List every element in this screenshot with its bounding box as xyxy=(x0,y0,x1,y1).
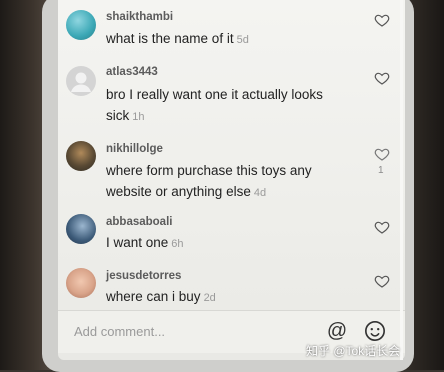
comment-age: 2d xyxy=(203,292,216,304)
comment-body: where can i buy xyxy=(106,289,201,304)
add-comment-input[interactable]: Add comment... xyxy=(74,324,165,339)
comment-username[interactable]: nikhillolge xyxy=(106,143,163,155)
comment-username[interactable]: atlas3443 xyxy=(106,66,158,78)
avatar[interactable] xyxy=(66,214,96,244)
comment-body: what is the name of it xyxy=(106,31,234,46)
comment-body: I want one xyxy=(106,235,169,250)
watermark-text-tail: ok话长会 xyxy=(351,344,401,358)
watermark-text: 知乎 @T xyxy=(306,344,352,358)
comment-age: 5d xyxy=(236,34,249,46)
heart-icon[interactable] xyxy=(374,219,390,235)
watermark: 知乎 @Tok话长会 xyxy=(306,342,400,359)
comment-text: bro I really want one it actually looks … xyxy=(106,84,346,128)
at-icon[interactable]: @ xyxy=(326,320,348,342)
comment-age: 4d xyxy=(253,187,267,199)
avatar[interactable] xyxy=(66,268,96,298)
comment-text: where can i buy 2d xyxy=(106,286,336,309)
heart-icon[interactable] xyxy=(374,146,390,162)
comment-age: 1h xyxy=(132,111,145,123)
heart-icon[interactable] xyxy=(374,273,390,289)
comment-username[interactable]: jesusdetorres xyxy=(106,270,181,282)
emoji-icon[interactable] xyxy=(364,320,386,342)
avatar[interactable] xyxy=(66,141,96,171)
comment-body: where form purchase this toys any websit… xyxy=(106,163,312,199)
comment-text: what is the name of it 5d xyxy=(106,28,336,51)
default-avatar-icon xyxy=(71,72,91,92)
comment-username[interactable]: shaikthambi xyxy=(106,11,173,23)
comment-age: 6h xyxy=(171,238,184,250)
like-count: 1 xyxy=(378,165,384,176)
phone-edge-highlight xyxy=(400,0,403,360)
comment-username[interactable]: abbasaboali xyxy=(106,216,172,228)
comment-text: I want one 6h xyxy=(106,232,336,255)
comments-panel: shaikthambi what is the name of it 5d atl… xyxy=(58,0,405,360)
heart-icon[interactable] xyxy=(374,70,390,86)
comment-text: where form purchase this toys any websit… xyxy=(106,160,346,204)
avatar[interactable] xyxy=(66,66,96,96)
heart-icon[interactable] xyxy=(374,12,390,28)
avatar[interactable] xyxy=(66,10,96,40)
